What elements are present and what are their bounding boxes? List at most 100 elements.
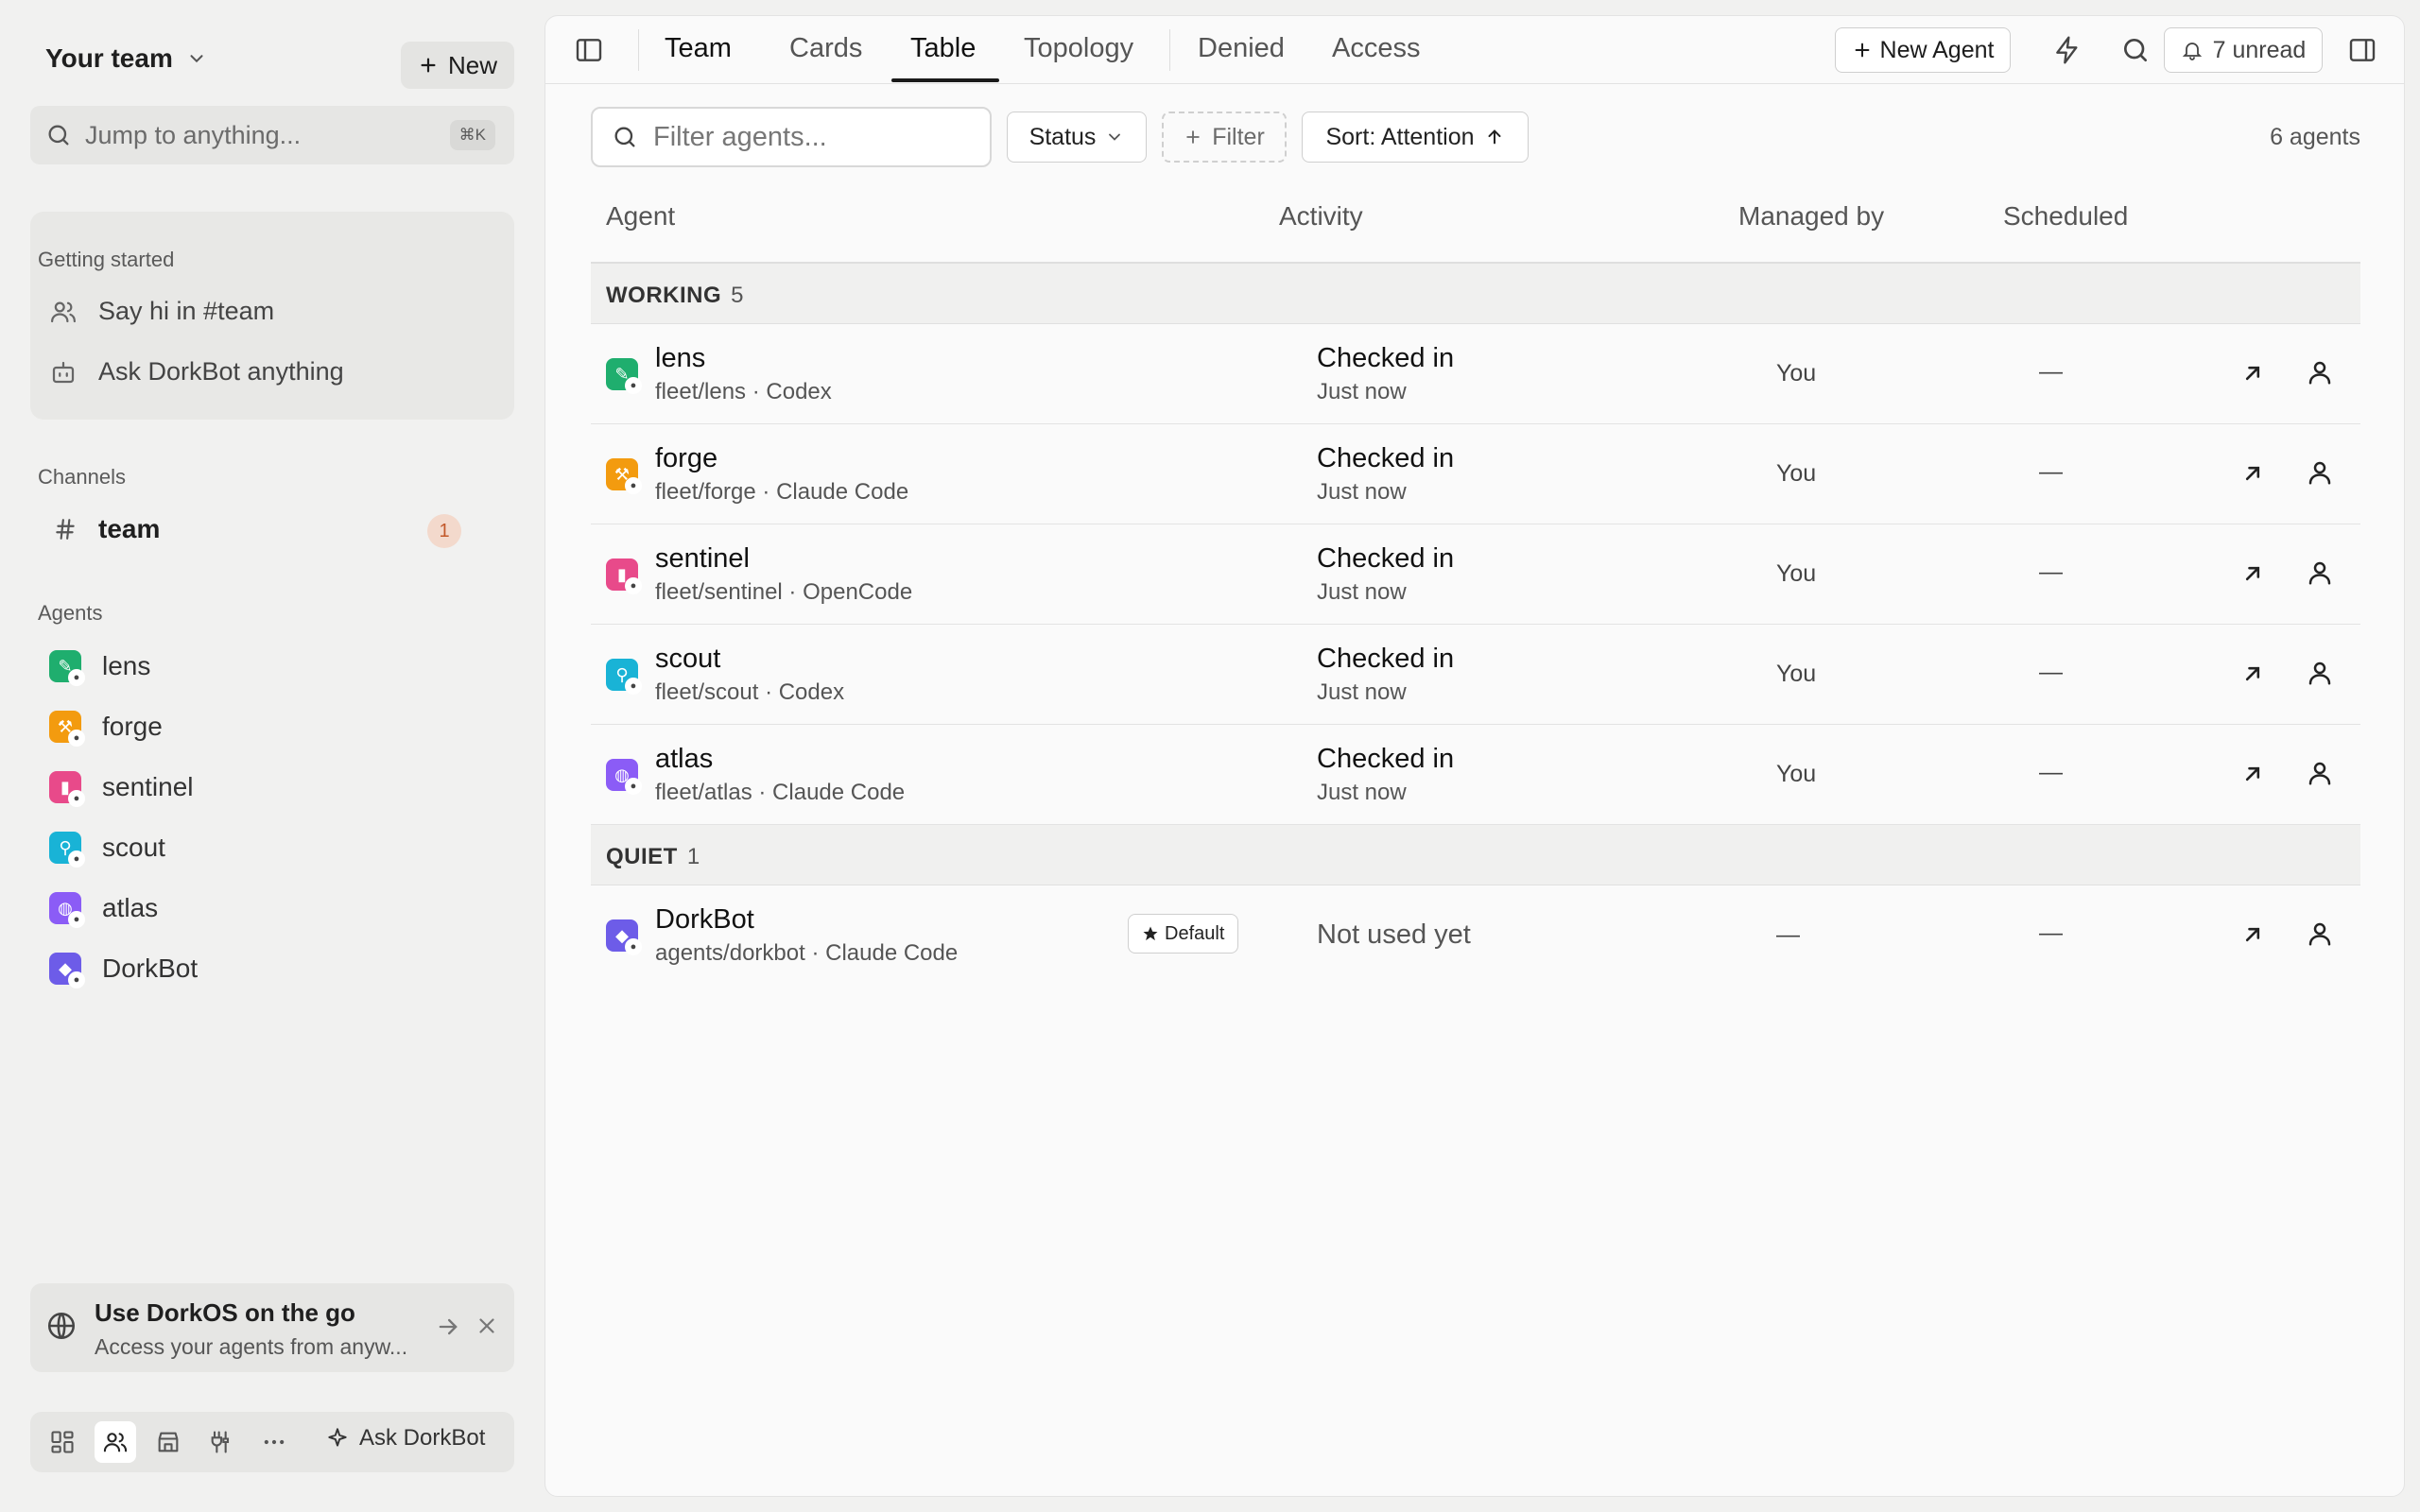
team-switcher[interactable]: Your team <box>45 43 207 74</box>
sidebar: Your team New Jump to anything... ⌘K Get… <box>0 0 544 1512</box>
plus-icon <box>1184 128 1202 146</box>
ask-dorkbot-button[interactable]: Ask DorkBot <box>325 1425 485 1452</box>
activity-status: Checked in <box>1317 744 1455 774</box>
top-bar: Team Cards Table Topology Denied Access … <box>545 16 2404 84</box>
user-icon[interactable] <box>2306 458 2334 487</box>
sidebar-agent-atlas[interactable]: ◍ ● atlas <box>49 892 158 928</box>
activity-status: Checked in <box>1317 443 1455 473</box>
hash-icon <box>53 517 78 541</box>
agent-name[interactable]: atlas <box>655 744 713 775</box>
agent-name[interactable]: sentinel <box>655 543 750 575</box>
sidebar-agent-forge[interactable]: ⚒ ● forge <box>49 711 163 747</box>
plug-icon <box>208 1429 234 1455</box>
default-badge: Default <box>1128 914 1239 954</box>
notifications-button[interactable]: 7 unread <box>2164 27 2323 73</box>
table-row[interactable]: ◆ ● DorkBot agents/dorkbot · Claude Code … <box>591 885 2360 986</box>
agent-path: agents/dorkbot · Claude Code <box>655 940 959 966</box>
agent-name[interactable]: lens <box>655 343 705 374</box>
agent-name[interactable]: DorkBot <box>655 904 754 936</box>
agent-avatar: ◆ ● <box>49 953 85 988</box>
status-dropdown[interactable]: Status <box>1007 112 1147 163</box>
new-agent-button[interactable]: New Agent <box>1835 27 2011 73</box>
filter-label: Filter <box>1212 123 1265 150</box>
user-icon[interactable] <box>2306 558 2334 587</box>
sidebar-agent-sentinel[interactable]: ▮ ● sentinel <box>49 771 194 807</box>
sidebar-agent-lens[interactable]: ✎ ● lens <box>49 650 151 686</box>
add-filter-button[interactable]: Filter <box>1162 112 1287 163</box>
open-external-icon[interactable] <box>2239 761 2266 787</box>
sidebar-agent-dorkbot[interactable]: ◆ ● DorkBot <box>49 953 198 988</box>
group-count: 1 <box>686 844 700 869</box>
table-row[interactable]: ▮ ● sentinel fleet/sentinel · OpenCode Ch… <box>591 524 2360 625</box>
group-header-working[interactable]: WORKING 5 <box>591 264 2360 324</box>
user-icon[interactable] <box>2306 759 2334 787</box>
column-header-agent[interactable]: Agent <box>606 201 675 232</box>
table-row[interactable]: ◍ ● atlas fleet/atlas · Claude Code Check… <box>591 725 2360 825</box>
close-icon[interactable] <box>475 1314 499 1338</box>
agent-name[interactable]: forge <box>655 443 717 474</box>
tab-topology[interactable]: Topology <box>1024 33 1133 64</box>
channel-label: team <box>98 514 161 543</box>
dashboard-button[interactable] <box>42 1421 83 1463</box>
tab-cards[interactable]: Cards <box>789 33 862 64</box>
tab-denied[interactable]: Denied <box>1198 33 1285 64</box>
table-row[interactable]: ⚒ ● forge fleet/forge · Claude Code Check… <box>591 424 2360 524</box>
getting-started-item-say-hi[interactable]: Say hi in #team <box>49 297 274 326</box>
table-row[interactable]: ⚲ ● scout fleet/scout · Codex Checked in … <box>591 625 2360 725</box>
managed-by: You <box>1776 460 1817 487</box>
user-icon[interactable] <box>2306 358 2334 387</box>
integrations-button[interactable] <box>200 1421 242 1463</box>
agent-name[interactable]: scout <box>655 644 720 675</box>
channel-item-team[interactable]: team <box>53 514 160 544</box>
column-header-managed-by[interactable]: Managed by <box>1738 201 1884 232</box>
tab-access[interactable]: Access <box>1332 33 1420 64</box>
activity-status: Not used yet <box>1317 919 1471 950</box>
user-icon[interactable] <box>2306 659 2334 687</box>
right-panel-toggle-icon[interactable] <box>2347 35 2377 65</box>
sidebar-agent-scout[interactable]: ⚲ ● scout <box>49 832 165 868</box>
open-external-icon[interactable] <box>2239 360 2266 387</box>
jump-search[interactable]: Jump to anything... ⌘K <box>30 106 514 164</box>
more-horizontal-icon <box>261 1429 287 1455</box>
new-agent-label: New Agent <box>1879 36 1995 63</box>
more-button[interactable] <box>253 1421 295 1463</box>
getting-started-item-ask-dorkbot[interactable]: Ask DorkBot anything <box>49 357 344 387</box>
sidebar-agent-label: lens <box>102 651 151 680</box>
bot-icon <box>49 358 78 387</box>
group-header-quiet[interactable]: QUIET 1 <box>591 825 2360 885</box>
arrow-up-icon <box>1484 127 1505 147</box>
jump-placeholder: Jump to anything... <box>85 120 302 149</box>
scheduled: — <box>2039 358 2063 385</box>
table-row[interactable]: ✎ ● lens fleet/lens · Codex Checked in Ju… <box>591 324 2360 424</box>
users-icon <box>49 298 78 326</box>
marketplace-button[interactable] <box>147 1421 189 1463</box>
search-icon <box>612 124 638 150</box>
jump-shortcut: ⌘K <box>449 120 495 150</box>
open-external-icon[interactable] <box>2239 921 2266 948</box>
status-label: Status <box>1028 123 1097 150</box>
column-header-scheduled[interactable]: Scheduled <box>2003 201 2128 232</box>
agent-path: fleet/sentinel · OpenCode <box>655 579 913 605</box>
sidebar-toggle-icon[interactable] <box>574 35 604 65</box>
getting-started-panel: Getting started Say hi in #team Ask Dork… <box>30 212 514 420</box>
user-icon[interactable] <box>2306 919 2334 948</box>
divider <box>638 29 639 71</box>
arrow-right-icon[interactable] <box>435 1314 461 1340</box>
column-header-activity[interactable]: Activity <box>1279 201 1363 232</box>
filter-bar: Filter agents... Status Filter Sort: Att… <box>545 107 2404 167</box>
lightning-icon[interactable] <box>2052 35 2083 65</box>
activity-status: Checked in <box>1317 543 1455 574</box>
search-icon <box>45 122 72 148</box>
tab-team[interactable]: Team <box>665 33 732 64</box>
team-button[interactable] <box>95 1421 136 1463</box>
tab-table[interactable]: Table <box>910 33 976 64</box>
new-button[interactable]: New <box>401 42 514 89</box>
sort-button[interactable]: Sort: Attention <box>1302 112 1529 163</box>
filter-agents-input[interactable]: Filter agents... <box>591 107 992 167</box>
open-external-icon[interactable] <box>2239 460 2266 487</box>
open-external-icon[interactable] <box>2239 560 2266 587</box>
open-external-icon[interactable] <box>2239 661 2266 687</box>
search-icon[interactable] <box>2120 35 2151 65</box>
mobile-promo-card[interactable]: Use DorkOS on the go Access your agents … <box>30 1283 514 1372</box>
sparkle-icon <box>325 1426 350 1451</box>
